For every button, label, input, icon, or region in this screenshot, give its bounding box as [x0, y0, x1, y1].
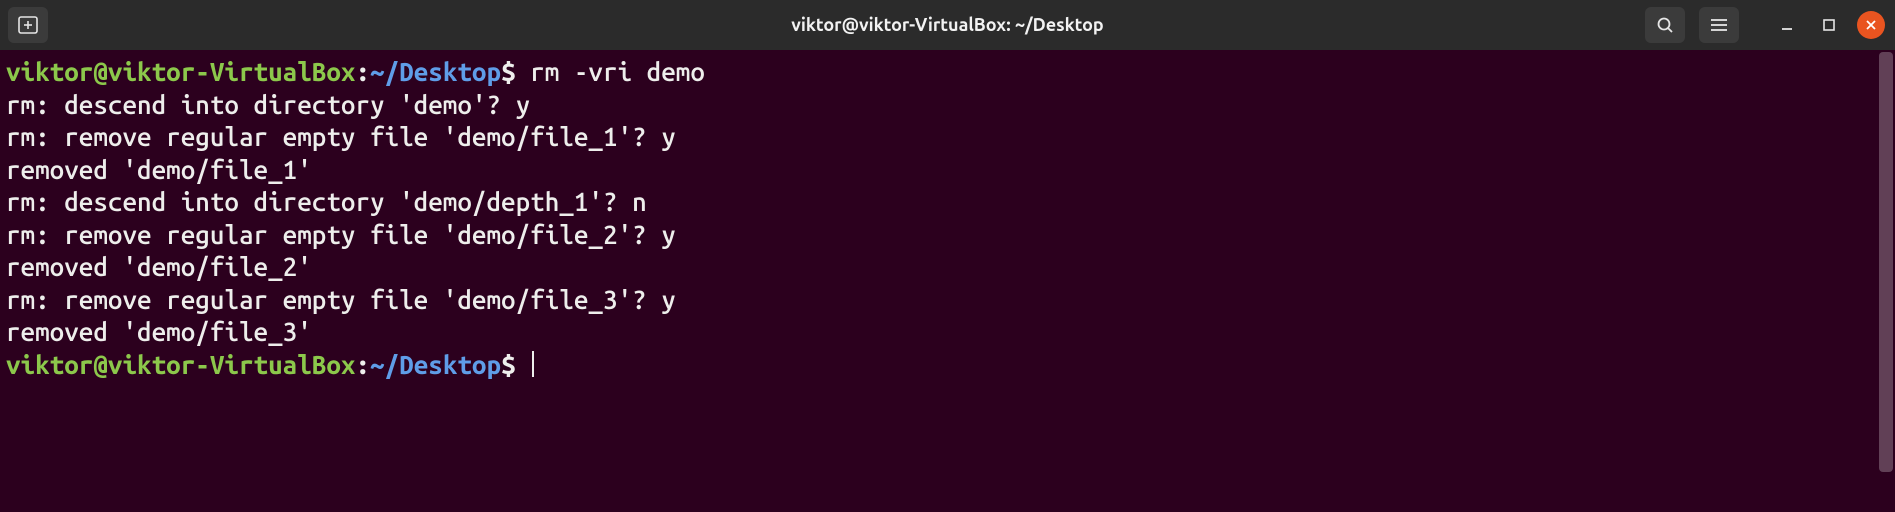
close-icon: [1865, 19, 1877, 31]
output-line: rm: remove regular empty file 'demo/file…: [6, 285, 676, 314]
titlebar: viktor@viktor-VirtualBox: ~/Desktop: [0, 0, 1895, 50]
terminal-output[interactable]: viktor@viktor-VirtualBox:~/Desktop$ rm -…: [0, 50, 1895, 512]
minimize-icon: [1780, 18, 1794, 32]
new-tab-icon: [18, 16, 38, 34]
prompt-path: ~/Desktop: [370, 350, 501, 379]
output-line: rm: remove regular empty file 'demo/file…: [6, 220, 676, 249]
prompt-dollar: $: [501, 57, 516, 86]
command-text: rm -vri demo: [516, 57, 705, 86]
prompt-colon: :: [355, 57, 370, 86]
output-line: removed 'demo/file_2': [6, 252, 312, 281]
command-text: [516, 350, 531, 379]
scrollbar-thumb[interactable]: [1879, 52, 1893, 472]
prompt-path: ~/Desktop: [370, 57, 501, 86]
output-line: rm: descend into directory 'demo/depth_1…: [6, 187, 647, 216]
cursor: [532, 351, 534, 377]
output-line: rm: remove regular empty file 'demo/file…: [6, 122, 676, 151]
prompt-user-host: viktor@viktor-VirtualBox: [6, 57, 355, 86]
hamburger-icon: [1710, 18, 1728, 32]
terminal-window: viktor@viktor-VirtualBox: ~/Desktop: [0, 0, 1895, 512]
search-icon: [1656, 16, 1674, 34]
prompt-colon: :: [355, 350, 370, 379]
prompt-dollar: $: [501, 350, 516, 379]
maximize-icon: [1822, 18, 1836, 32]
output-line: removed 'demo/file_1': [6, 155, 312, 184]
output-line: rm: descend into directory 'demo'? y: [6, 90, 530, 119]
window-title: viktor@viktor-VirtualBox: ~/Desktop: [0, 15, 1895, 35]
maximize-button[interactable]: [1815, 11, 1843, 39]
search-button[interactable]: [1645, 7, 1685, 43]
hamburger-menu-button[interactable]: [1699, 7, 1739, 43]
new-tab-button[interactable]: [8, 7, 48, 43]
prompt-user-host: viktor@viktor-VirtualBox: [6, 350, 355, 379]
minimize-button[interactable]: [1773, 11, 1801, 39]
close-button[interactable]: [1857, 11, 1885, 39]
output-line: removed 'demo/file_3': [6, 317, 312, 346]
